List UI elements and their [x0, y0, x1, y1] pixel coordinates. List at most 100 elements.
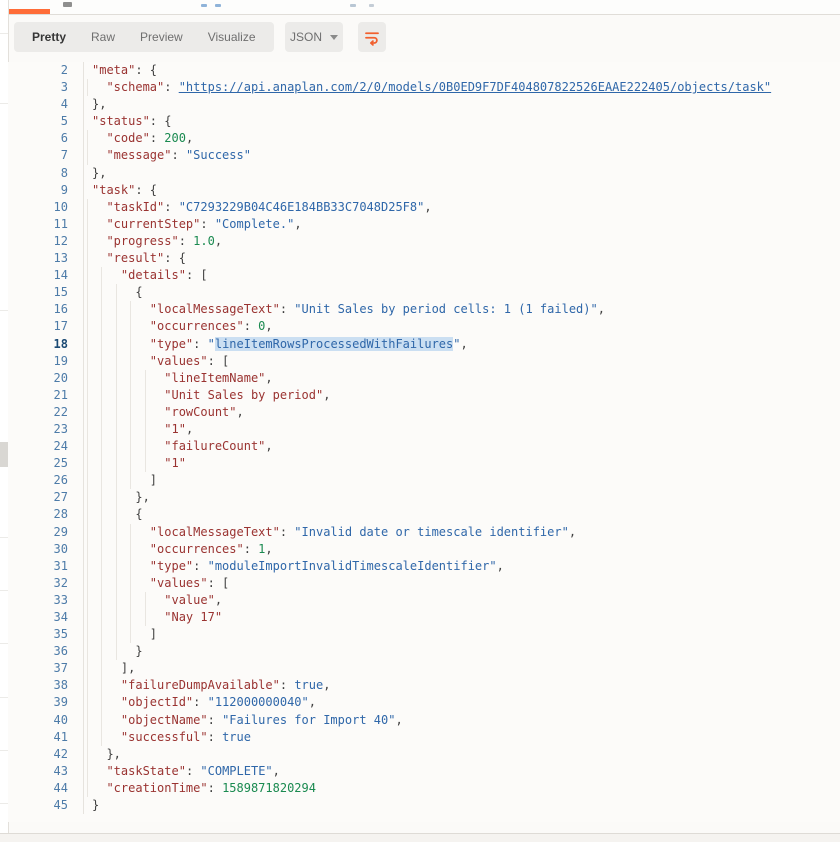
- code-line[interactable]: 35 ]: [8, 626, 840, 643]
- indent-guide: [130, 301, 131, 318]
- code-line[interactable]: 4},: [8, 96, 840, 113]
- indent-guide: [87, 199, 88, 216]
- code-line[interactable]: 22 "rowCount",: [8, 404, 840, 421]
- code-token: "Invalid date or timescale identifier": [294, 525, 569, 539]
- code-line[interactable]: 12 "progress": 1.0,: [8, 233, 840, 250]
- tab-preview[interactable]: Preview: [140, 30, 183, 44]
- rail-scroll-thumb[interactable]: [0, 442, 8, 467]
- code-line[interactable]: 31 "type": "moduleImportInvalidTimescale…: [8, 558, 840, 575]
- indent-guide: [130, 370, 131, 387]
- tab-pretty[interactable]: Pretty: [32, 30, 66, 44]
- indent-guide: [87, 455, 88, 472]
- indent-guide: [87, 147, 88, 164]
- code-line-content: "schema": "https://api.anaplan.com/2/0/m…: [84, 79, 840, 96]
- indent-guide: [130, 472, 131, 489]
- code-line-content: "lineItemName",: [84, 370, 840, 387]
- code-token: true: [222, 730, 251, 744]
- code-line[interactable]: 24 "failureCount",: [8, 438, 840, 455]
- code-token: },: [135, 490, 149, 504]
- code-line[interactable]: 19 "values": [: [8, 353, 840, 370]
- code-line-content: "occurrences": 0,: [84, 318, 840, 335]
- rail-divider: [0, 750, 8, 751]
- code-token: "112000000040": [208, 695, 309, 709]
- code-token: ,: [461, 337, 468, 351]
- code-line[interactable]: 2"meta": {: [8, 62, 840, 79]
- code-line[interactable]: 18 "type": "lineItemRowsProcessedWithFai…: [8, 336, 840, 353]
- line-number: 14: [8, 267, 84, 284]
- tab-visualize[interactable]: Visualize: [208, 30, 256, 44]
- code-token: 200: [164, 131, 186, 145]
- code-line-content: "Unit Sales by period",: [84, 387, 840, 404]
- code-line[interactable]: 25 "1": [8, 455, 840, 472]
- schema-url-link[interactable]: "https://api.anaplan.com/2/0/models/0B0E…: [179, 80, 771, 94]
- code-line[interactable]: 11 "currentStep": "Complete.",: [8, 216, 840, 233]
- code-line[interactable]: 28 {: [8, 506, 840, 523]
- code-line[interactable]: 5"status": {: [8, 113, 840, 130]
- language-select[interactable]: JSON: [285, 22, 343, 52]
- code-line[interactable]: 27 },: [8, 489, 840, 506]
- code-line[interactable]: 32 "values": [: [8, 575, 840, 592]
- line-number: 17: [8, 318, 84, 335]
- code-token: "schema": [106, 80, 164, 94]
- indent-guide: [101, 284, 102, 301]
- code-line[interactable]: 45}: [8, 797, 840, 814]
- code-line[interactable]: 23 "1",: [8, 421, 840, 438]
- code-line[interactable]: 10 "taskId": "C7293229B04C46E184BB33C704…: [8, 199, 840, 216]
- tab-raw[interactable]: Raw: [91, 30, 115, 44]
- code-line[interactable]: 9"task": {: [8, 182, 840, 199]
- code-editor[interactable]: 2"meta": {3 "schema": "https://api.anapl…: [8, 62, 840, 822]
- code-line[interactable]: 40 "objectName": "Failures for Import 40…: [8, 712, 840, 729]
- indent-guide: [116, 284, 117, 301]
- indent-guide: [87, 336, 88, 353]
- code-line[interactable]: 21 "Unit Sales by period",: [8, 387, 840, 404]
- code-line[interactable]: 38 "failureDumpAvailable": true,: [8, 677, 840, 694]
- code-line[interactable]: 37 ],: [8, 660, 840, 677]
- code-line-content: "taskState": "COMPLETE",: [84, 763, 840, 780]
- code-line[interactable]: 16 "localMessageText": "Unit Sales by pe…: [8, 301, 840, 318]
- code-line[interactable]: 20 "lineItemName",: [8, 370, 840, 387]
- indent-guide: [130, 404, 131, 421]
- code-token: ,: [395, 713, 402, 727]
- code-line[interactable]: 8},: [8, 165, 840, 182]
- code-line[interactable]: 44 "creationTime": 1589871820294: [8, 780, 840, 797]
- language-select-value: JSON: [290, 30, 322, 44]
- code-line[interactable]: 29 "localMessageText": "Invalid date or …: [8, 524, 840, 541]
- code-line-content: "creationTime": 1589871820294: [84, 780, 840, 797]
- code-line[interactable]: 42 },: [8, 746, 840, 763]
- indent-guide: [116, 421, 117, 438]
- code-line-content: "failureCount",: [84, 438, 840, 455]
- code-line[interactable]: 39 "objectId": "112000000040",: [8, 694, 840, 711]
- indent-guide: [101, 558, 102, 575]
- code-line[interactable]: 43 "taskState": "COMPLETE",: [8, 763, 840, 780]
- code-line[interactable]: 6 "code": 200,: [8, 130, 840, 147]
- code-line-content: },: [84, 96, 840, 113]
- code-token: "code": [106, 131, 149, 145]
- code-line[interactable]: 30 "occurrences": 1,: [8, 541, 840, 558]
- indent-guide: [87, 267, 88, 284]
- indent-guide: [87, 387, 88, 404]
- code-line[interactable]: 14 "details": [: [8, 267, 840, 284]
- view-mode-tabs: Pretty Raw Preview Visualize: [14, 22, 274, 52]
- code-line[interactable]: 7 "message": "Success": [8, 147, 840, 164]
- code-line[interactable]: 13 "result": {: [8, 250, 840, 267]
- code-line[interactable]: 34 "Nay 17": [8, 609, 840, 626]
- code-line[interactable]: 41 "successful": true: [8, 729, 840, 746]
- line-number: 41: [8, 729, 84, 746]
- code-line[interactable]: 26 ]: [8, 472, 840, 489]
- code-token: ,: [598, 302, 605, 316]
- code-line[interactable]: 17 "occurrences": 0,: [8, 318, 840, 335]
- code-token: ]: [150, 627, 157, 641]
- wrap-text-button[interactable]: [358, 22, 386, 52]
- code-line-content: "type": "moduleImportInvalidTimescaleIde…: [84, 558, 840, 575]
- code-token: :: [280, 302, 294, 316]
- indent-guide: [87, 524, 88, 541]
- code-token: }: [92, 798, 99, 812]
- code-line[interactable]: 36 }: [8, 643, 840, 660]
- indent-guide: [101, 472, 102, 489]
- code-line[interactable]: 3 "schema": "https://api.anaplan.com/2/0…: [8, 79, 840, 96]
- indent-guide: [87, 609, 88, 626]
- code-token: ,: [569, 525, 576, 539]
- indent-guide: [116, 353, 117, 370]
- code-line[interactable]: 15 {: [8, 284, 840, 301]
- code-line[interactable]: 33 "value",: [8, 592, 840, 609]
